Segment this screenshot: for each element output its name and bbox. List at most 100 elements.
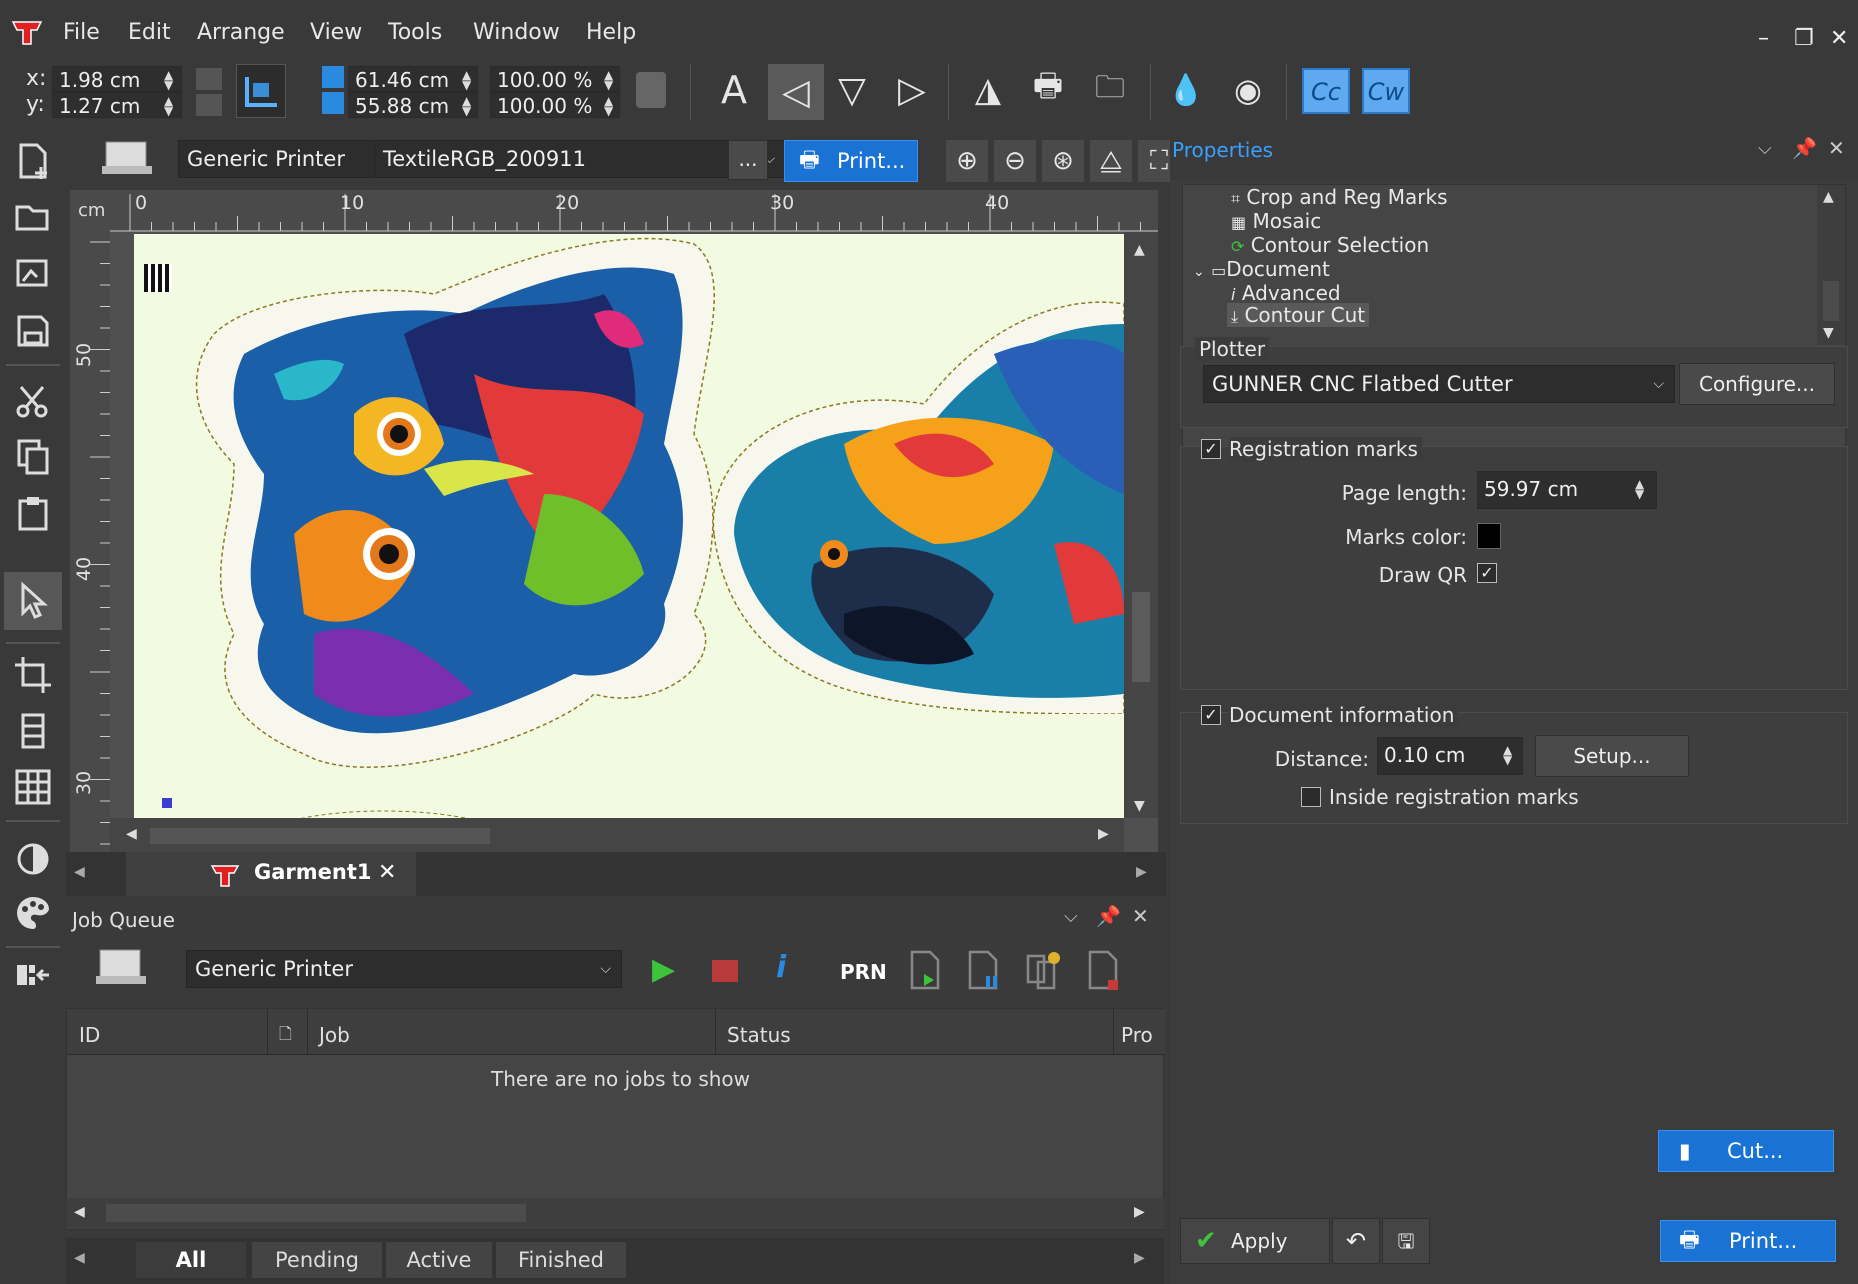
- width-field[interactable]: 61.46 cm: [348, 66, 478, 92]
- paste-icon[interactable]: [10, 490, 56, 536]
- cut-icon[interactable]: [10, 378, 56, 424]
- lock-horizontal-icon[interactable]: [196, 68, 222, 90]
- apply-button[interactable]: ✔ Apply: [1180, 1218, 1330, 1264]
- panel-menu-icon[interactable]: ⌵: [1758, 138, 1772, 159]
- crop-icon[interactable]: [10, 652, 56, 698]
- hotfolder-icon[interactable]: 🗀: [1088, 68, 1132, 112]
- scroll-right-icon[interactable]: ▶: [1134, 1204, 1145, 1220]
- info-icon[interactable]: i: [776, 950, 786, 985]
- cut-button[interactable]: ▮ Cut...: [1658, 1130, 1834, 1172]
- print-toolbar-button[interactable]: 🖶 Print...: [784, 140, 918, 182]
- lock-vertical-icon[interactable]: [196, 94, 222, 116]
- scroll-down-icon[interactable]: ▼: [1134, 798, 1145, 814]
- print-page[interactable]: [134, 234, 1124, 818]
- pause-job-icon[interactable]: [964, 948, 1004, 994]
- align-bottom-icon[interactable]: ▽: [830, 68, 874, 112]
- play-icon[interactable]: ▶: [652, 952, 675, 987]
- height-field[interactable]: 55.88 cm: [348, 92, 478, 118]
- tile-icon[interactable]: [10, 708, 56, 754]
- save-settings-icon[interactable]: 🖫: [1382, 1218, 1430, 1264]
- scroll-thumb[interactable]: [106, 1204, 526, 1222]
- x-stepper-icon[interactable]: ▲ ▼: [164, 69, 173, 91]
- tab-scroll-left-icon[interactable]: ◀: [74, 1250, 85, 1266]
- zoom-fit-icon[interactable]: ⊛: [1042, 140, 1084, 182]
- parrot-artwork[interactable]: [694, 294, 1124, 714]
- webcam-icon[interactable]: ◉: [1226, 68, 1270, 112]
- file-type-icon[interactable]: 🗋: [279, 1023, 292, 1050]
- scroll-thumb[interactable]: [1132, 592, 1150, 682]
- tree-item-mosaic[interactable]: ▦ Mosaic: [1231, 209, 1321, 233]
- new-document-icon[interactable]: [10, 138, 56, 184]
- scroll-left-icon[interactable]: ◀: [126, 826, 137, 842]
- more-options-button[interactable]: ...: [728, 140, 768, 180]
- tree-item-contour-cut[interactable]: ⤓ Contour Cut: [1227, 303, 1370, 327]
- mosaic-grid-icon[interactable]: [10, 764, 56, 810]
- tab-close-icon[interactable]: ✕: [378, 860, 396, 885]
- open-folder-icon[interactable]: [10, 194, 56, 240]
- scroll-up-icon[interactable]: ▲: [1134, 242, 1145, 258]
- configure-button[interactable]: Configure...: [1679, 363, 1835, 405]
- tab-scroll-right-icon[interactable]: ▶: [1134, 1250, 1145, 1266]
- select-pointer-icon[interactable]: [10, 578, 56, 624]
- panel-toggle-icon[interactable]: [10, 952, 56, 998]
- tree-item-document[interactable]: ⌄ ▭Document: [1193, 257, 1330, 281]
- tree-item-contour-selection[interactable]: ⟳ Contour Selection: [1231, 233, 1429, 257]
- x-position-field[interactable]: 1.98 cm: [52, 66, 182, 92]
- page-length-stepper-icon[interactable]: ▲ ▼: [1635, 478, 1644, 500]
- scale-h-stepper-icon[interactable]: ▲ ▼: [604, 95, 613, 117]
- zoom-in-icon[interactable]: ⊕: [946, 140, 988, 182]
- column-progress[interactable]: Pro: [1121, 1023, 1153, 1047]
- zoom-out-icon[interactable]: ⊖: [994, 140, 1036, 182]
- horizontal-scrollbar[interactable]: ◀ ▶: [110, 818, 1124, 852]
- align-left-icon[interactable]: ◁: [768, 64, 824, 120]
- save-icon[interactable]: [10, 308, 56, 354]
- inside-registration-checkbox[interactable]: [1301, 787, 1321, 807]
- tab-active[interactable]: Active: [386, 1242, 492, 1278]
- owl-artwork[interactable]: [174, 234, 754, 794]
- add-job-icon[interactable]: [906, 948, 946, 994]
- colorcontrol-icon[interactable]: Cc: [1302, 68, 1350, 114]
- proportion-lock-icon[interactable]: [636, 72, 666, 108]
- anchor-position-icon[interactable]: [236, 64, 286, 118]
- panel-close-icon[interactable]: ✕: [1132, 904, 1149, 928]
- colorwiz-icon[interactable]: Cw: [1362, 68, 1410, 114]
- menu-arrange[interactable]: Arrange: [197, 20, 285, 45]
- scale-w-stepper-icon[interactable]: ▲ ▼: [604, 69, 613, 91]
- draw-qr-checkbox[interactable]: ✓: [1477, 563, 1497, 583]
- queue-printer-select[interactable]: Generic Printer ⌵: [186, 950, 622, 988]
- tree-scrollbar[interactable]: ▲ ▼: [1817, 185, 1845, 345]
- hold-job-icon[interactable]: [1024, 948, 1064, 994]
- menu-window[interactable]: Window: [473, 20, 560, 45]
- color-palette-icon[interactable]: [10, 890, 56, 936]
- scroll-thumb[interactable]: [1823, 281, 1839, 321]
- tree-item-crop-marks[interactable]: ⌗ Crop and Reg Marks: [1231, 185, 1448, 209]
- plotter-select[interactable]: GUNNER CNC Flatbed Cutter ⌵: [1203, 365, 1675, 403]
- registration-marks-checkbox[interactable]: ✓: [1201, 439, 1221, 459]
- menu-tools[interactable]: Tools: [388, 20, 442, 45]
- menu-help[interactable]: Help: [586, 20, 636, 45]
- menu-view[interactable]: View: [310, 20, 362, 45]
- document-info-checkbox[interactable]: ✓: [1201, 705, 1221, 725]
- vertical-scrollbar[interactable]: ▲ ▼: [1124, 232, 1158, 818]
- scroll-up-icon[interactable]: ▲: [1823, 189, 1834, 205]
- printer-settings-icon[interactable]: 🖶: [1026, 66, 1070, 112]
- distance-field[interactable]: 0.10 cm: [1377, 737, 1523, 775]
- color-adjust-icon[interactable]: [10, 836, 56, 882]
- pin-icon[interactable]: 📌: [1096, 904, 1121, 928]
- tab-scroll-right-icon[interactable]: ▶: [1136, 864, 1147, 880]
- delete-job-icon[interactable]: [1084, 948, 1124, 994]
- tab-finished[interactable]: Finished: [496, 1242, 626, 1278]
- width-stepper-icon[interactable]: ▲ ▼: [462, 69, 471, 91]
- text-tool-icon[interactable]: A: [712, 68, 756, 112]
- copy-icon[interactable]: [10, 434, 56, 480]
- height-stepper-icon[interactable]: ▲ ▼: [462, 95, 471, 117]
- distance-stepper-icon[interactable]: ▲ ▼: [1503, 744, 1512, 766]
- scroll-right-icon[interactable]: ▶: [1098, 826, 1109, 842]
- y-stepper-icon[interactable]: ▲ ▼: [164, 95, 173, 117]
- pin-icon[interactable]: 📌: [1792, 136, 1817, 160]
- tab-all[interactable]: All: [136, 1242, 246, 1278]
- print-button[interactable]: 🖶 Print...: [1660, 1220, 1836, 1262]
- menu-file[interactable]: File: [63, 20, 100, 45]
- align-right-icon[interactable]: ▷: [890, 68, 934, 112]
- column-job[interactable]: Job: [319, 1023, 350, 1047]
